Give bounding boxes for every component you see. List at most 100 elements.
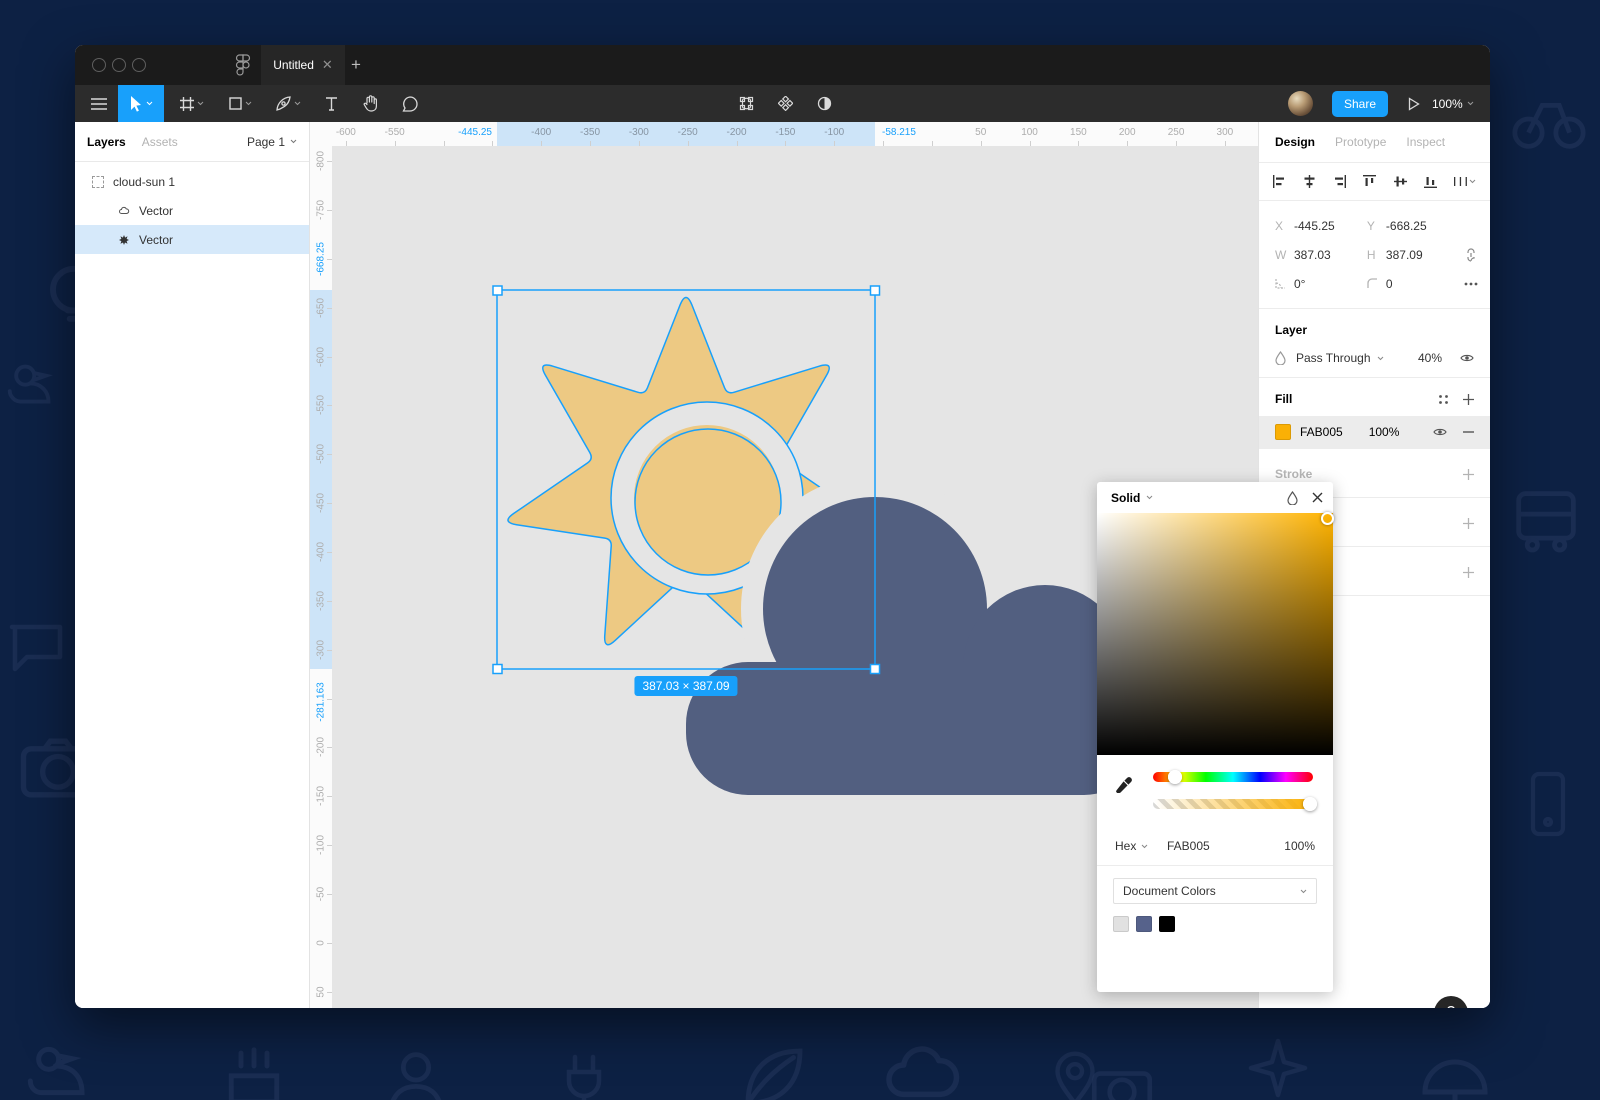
layer-row-sun-vector[interactable]: Vector <box>75 225 309 254</box>
present-button[interactable] <box>1401 85 1427 122</box>
design-panel-tabs: Design Prototype Inspect <box>1259 122 1490 163</box>
share-button[interactable]: Share <box>1332 91 1388 117</box>
rotation-field[interactable]: 0° <box>1275 277 1367 291</box>
layer-visibility-icon[interactable] <box>1460 353 1474 363</box>
tab-design[interactable]: Design <box>1275 135 1315 149</box>
help-button[interactable]: ? <box>1434 996 1468 1008</box>
distribute-menu-icon[interactable] <box>1454 175 1476 188</box>
hue-slider[interactable] <box>1153 772 1313 782</box>
alpha-slider[interactable] <box>1153 799 1313 809</box>
component-icon[interactable] <box>770 85 800 122</box>
blend-mode-select[interactable]: Pass Through <box>1296 351 1384 365</box>
shape-tool-button[interactable] <box>218 85 262 122</box>
height-field[interactable]: H387.09 <box>1367 248 1459 262</box>
traffic-light-zoom[interactable] <box>132 58 146 72</box>
ruler-tick <box>327 943 332 944</box>
fill-styles-icon[interactable] <box>1438 394 1449 405</box>
figma-logo-icon[interactable] <box>235 54 251 77</box>
hand-tool-button[interactable] <box>352 85 388 122</box>
tab-assets[interactable]: Assets <box>142 135 178 149</box>
tab-untitled[interactable]: Untitled ✕ <box>261 45 345 85</box>
tab-close-icon[interactable]: ✕ <box>322 57 333 73</box>
hex-mode-label: Hex <box>1115 839 1136 853</box>
layer-opacity-field[interactable]: 40% <box>1418 351 1442 365</box>
hue-thumb[interactable] <box>1168 770 1182 784</box>
layer-section: Layer Pass Through 40% <box>1259 309 1490 378</box>
align-left-icon[interactable] <box>1273 175 1286 188</box>
saturation-area[interactable] <box>1097 513 1333 755</box>
toolbar: Share 100% <box>75 85 1490 122</box>
close-icon[interactable] <box>1312 492 1323 503</box>
ruler-label: 0 <box>316 940 327 946</box>
align-right-icon[interactable] <box>1333 175 1346 188</box>
main-menu-button[interactable] <box>81 85 117 122</box>
ruler-tick <box>492 141 493 146</box>
pen-tool-button[interactable] <box>266 85 310 122</box>
blend-mode-icon[interactable] <box>1275 351 1286 365</box>
ruler-selection-start: -445.25 <box>458 127 492 138</box>
y-field[interactable]: Y-668.25 <box>1367 219 1459 233</box>
document-colors-select[interactable]: Document Colors <box>1113 878 1317 904</box>
saturation-thumb[interactable] <box>1321 512 1334 525</box>
ruler-tick <box>327 210 332 211</box>
fill-swatch[interactable] <box>1275 424 1291 440</box>
comment-tool-button[interactable] <box>392 85 428 122</box>
rotation-icon <box>1275 278 1285 289</box>
zoom-control[interactable]: 100% <box>1432 85 1474 122</box>
blend-droplet-icon[interactable] <box>1287 491 1298 505</box>
fill-hex-value[interactable]: FAB005 <box>1300 425 1343 439</box>
corner-radius-field[interactable]: 0 <box>1367 277 1459 291</box>
align-h-center-icon[interactable] <box>1303 175 1316 188</box>
add-export-icon[interactable] <box>1463 567 1474 578</box>
color-mode-select[interactable]: Solid <box>1111 491 1153 505</box>
hex-input[interactable]: FAB005 <box>1167 839 1259 853</box>
layers-panel: Layers Assets Page 1 cloud-sun 1 Vector <box>75 122 310 1008</box>
add-fill-icon[interactable] <box>1463 394 1474 405</box>
eyedropper-icon[interactable] <box>1115 777 1132 794</box>
ruler-tick <box>688 141 689 146</box>
more-options-icon[interactable] <box>1459 282 1484 286</box>
fill-visibility-icon[interactable] <box>1433 427 1447 437</box>
vertical-ruler[interactable]: -668.25 -281.163 -800-750-650-600-550-50… <box>310 146 332 1008</box>
traffic-light-minimize[interactable] <box>112 58 126 72</box>
document-color-swatch[interactable] <box>1113 916 1129 932</box>
ruler-tick <box>590 141 591 146</box>
frame-tool-button[interactable] <box>170 85 214 122</box>
alpha-thumb[interactable] <box>1303 797 1317 811</box>
layer-row-cloud-vector[interactable]: Vector <box>75 196 309 225</box>
x-field[interactable]: X-445.25 <box>1275 219 1367 233</box>
tab-layers[interactable]: Layers <box>87 135 126 149</box>
tab-inspect[interactable]: Inspect <box>1406 135 1445 149</box>
move-tool-button[interactable] <box>118 85 164 122</box>
add-stroke-icon[interactable] <box>1463 469 1474 480</box>
align-bottom-icon[interactable] <box>1424 175 1437 188</box>
remove-fill-icon[interactable] <box>1463 431 1474 433</box>
text-tool-button[interactable] <box>314 85 348 122</box>
align-v-center-icon[interactable] <box>1394 175 1407 188</box>
layer-row-frame[interactable]: cloud-sun 1 <box>75 167 309 196</box>
horizontal-ruler[interactable]: -445.25 -58.215 -600-550-400-350-300-250… <box>310 122 1258 146</box>
document-color-swatch[interactable] <box>1136 916 1152 932</box>
fill-opacity-value[interactable]: 100% <box>1369 425 1400 439</box>
tab-prototype[interactable]: Prototype <box>1335 135 1386 149</box>
new-tab-button[interactable]: + <box>351 55 361 75</box>
edit-object-icon[interactable] <box>731 85 761 122</box>
ruler-label: 100 <box>1021 127 1038 138</box>
hex-mode-select[interactable]: Hex <box>1115 839 1167 853</box>
page-selector[interactable]: Page 1 <box>247 135 297 149</box>
fill-row[interactable]: FAB005 100% <box>1259 416 1490 448</box>
constrain-proportions-icon[interactable] <box>1459 248 1484 262</box>
alpha-input[interactable]: 100% <box>1284 839 1315 853</box>
width-field[interactable]: W387.03 <box>1275 248 1367 262</box>
ruler-tick <box>541 141 542 146</box>
align-top-icon[interactable] <box>1363 175 1376 188</box>
ruler-tick <box>1078 141 1079 146</box>
ruler-label: -300 <box>316 640 327 660</box>
traffic-light-close[interactable] <box>92 58 106 72</box>
mask-icon[interactable] <box>809 85 839 122</box>
plug-icon <box>548 1048 620 1100</box>
corner-radius-icon <box>1367 278 1377 289</box>
add-effect-icon[interactable] <box>1463 518 1474 529</box>
document-color-swatch[interactable] <box>1159 916 1175 932</box>
avatar[interactable] <box>1288 91 1313 116</box>
